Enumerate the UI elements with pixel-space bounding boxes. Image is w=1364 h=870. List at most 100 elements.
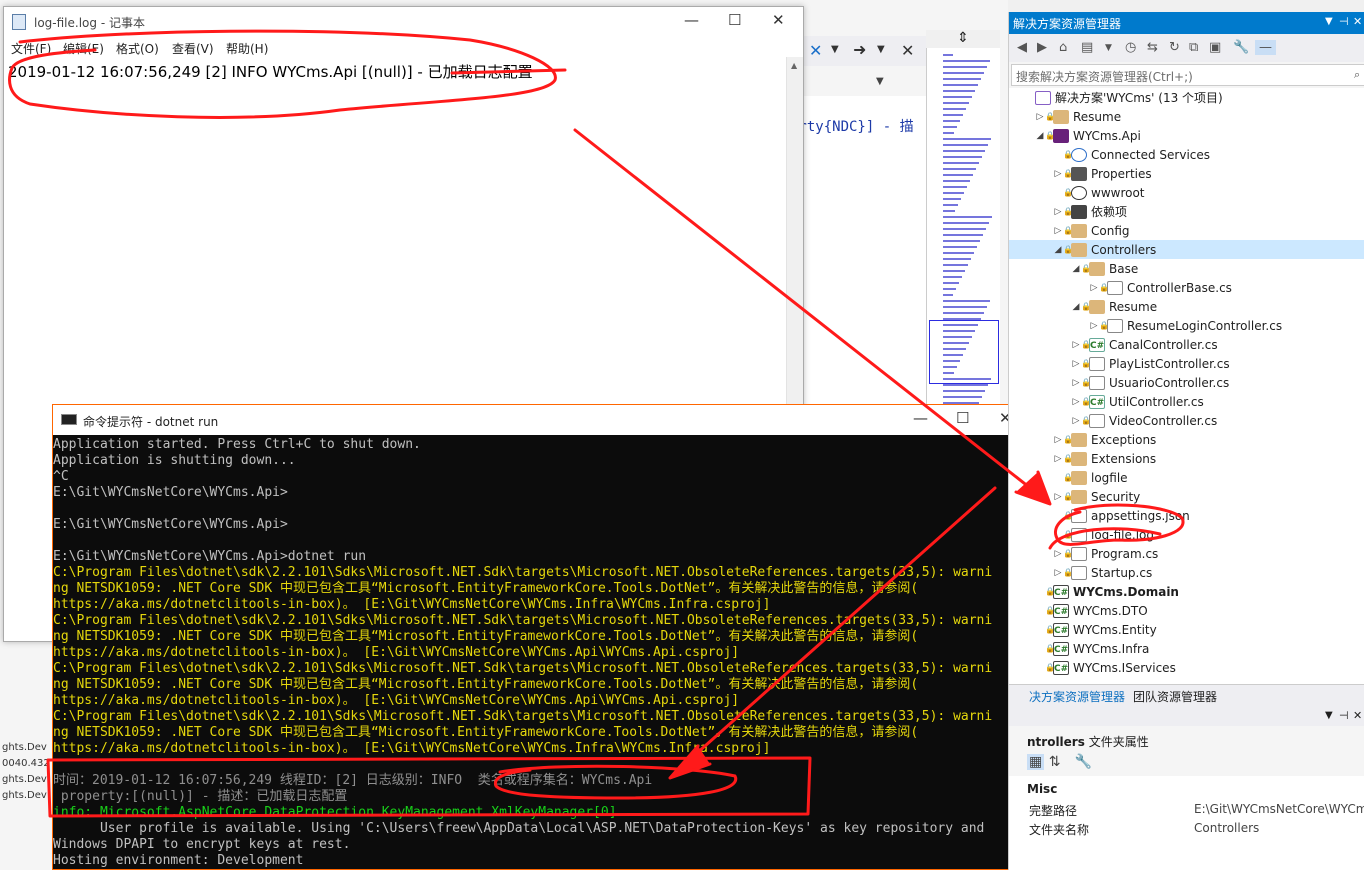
expand-arrow-icon[interactable]: ◢ (1071, 302, 1081, 312)
dropdown-arrow-icon[interactable]: ▼ (1325, 710, 1333, 721)
tree-item[interactable]: ▷ 🔒 Startup.cs (1009, 563, 1364, 582)
tree-item[interactable]: ▷ 🔒 Program.cs (1009, 544, 1364, 563)
expand-arrow-icon[interactable]: ◢ (1071, 264, 1081, 274)
dropdown-arrow-icon[interactable]: ▼ (1325, 16, 1333, 27)
property-row[interactable]: 文件夹名称 Controllers (1009, 819, 1364, 838)
expand-arrow-icon[interactable]: ◢ (1035, 131, 1045, 141)
tab-team-explorer[interactable]: 团队资源管理器 (1133, 688, 1217, 705)
expand-arrow-icon[interactable]: ▷ (1089, 321, 1099, 331)
tree-item[interactable]: ▷ 🔒 C# CanalController.cs (1009, 335, 1364, 354)
properties-object[interactable]: ntrollers 文件夹属性 (1027, 733, 1149, 750)
tree-item[interactable]: ▷ 🔒 VideoController.cs (1009, 411, 1364, 430)
properties-icon[interactable]: 🔧 (1233, 40, 1249, 55)
expand-arrow-icon[interactable]: ▷ (1071, 397, 1081, 407)
tree-item[interactable]: ▷ 🔒 Properties (1009, 164, 1364, 183)
expand-arrow-icon[interactable]: ▷ (1053, 169, 1063, 179)
expand-arrow-icon[interactable]: ▷ (1071, 340, 1081, 350)
pin-icon[interactable]: ⊣ (1339, 709, 1349, 722)
tree-item[interactable]: ▷ 🔒 UsuarioController.cs (1009, 373, 1364, 392)
close-icon[interactable]: ✕ (1353, 709, 1362, 722)
notepad-title-bar[interactable]: log-file.log - 记事本 — ☐ ✕ (4, 7, 803, 37)
switch-views-icon[interactable]: ▤ (1081, 40, 1093, 55)
tree-item[interactable]: ◢ 🔒 Base (1009, 259, 1364, 278)
categorized-icon[interactable]: ▦ (1027, 754, 1045, 770)
expand-arrow-icon[interactable]: ▷ (1053, 435, 1063, 445)
navigate-forward-icon[interactable]: ➜ (853, 40, 866, 59)
tree-item[interactable]: ▷ 🔒 Exceptions (1009, 430, 1364, 449)
tree-item[interactable]: 🔒 Connected Services (1009, 145, 1364, 164)
menu-edit[interactable]: 编辑(E) (63, 40, 104, 57)
tree-item[interactable]: ▷ 🔒 Security (1009, 487, 1364, 506)
properties-wrench-icon[interactable]: 🔧 (1075, 754, 1092, 770)
search-icon[interactable]: ⌕ (1354, 68, 1360, 82)
tree-item[interactable]: 解决方案'WYCms' (13 个项目) (1009, 88, 1364, 107)
console-title-bar[interactable]: 命令提示符 - dotnet run — ☐ ✕ (53, 405, 1029, 435)
menu-format[interactable]: 格式(O) (116, 40, 159, 57)
tree-item[interactable]: 🔒 logfile (1009, 468, 1364, 487)
back-icon[interactable]: ◀ (1017, 40, 1027, 55)
refresh-icon[interactable]: ↻ (1169, 40, 1180, 55)
tree-item[interactable]: 🔒 wwwroot (1009, 183, 1364, 202)
chevron-down-icon[interactable]: ▼ (877, 44, 885, 55)
close-icon[interactable]: ✕ (1353, 15, 1362, 28)
collapse-all-icon[interactable]: ⧉ (1189, 40, 1198, 55)
expand-arrow-icon[interactable]: ▷ (1089, 283, 1099, 293)
expand-arrow-icon[interactable]: ▷ (1053, 568, 1063, 578)
expand-arrow-icon[interactable]: ◢ (1053, 245, 1063, 255)
tree-item[interactable]: 🔒 C# WYCms.Domain (1009, 582, 1364, 601)
property-row[interactable]: 完整路径 E:\Git\WYCmsNetCore\WYCm (1009, 800, 1364, 819)
tree-item[interactable]: ◢ 🔒 Controllers (1009, 240, 1364, 259)
tab-solution-explorer[interactable]: 决方案资源管理器 (1029, 688, 1125, 705)
forward-icon[interactable]: ▶ (1037, 40, 1047, 55)
tree-item[interactable]: ▷ 🔒 PlayListController.cs (1009, 354, 1364, 373)
expand-arrow-icon[interactable]: ▷ (1053, 207, 1063, 217)
expand-arrow-icon[interactable]: ▷ (1053, 226, 1063, 236)
tree-item[interactable]: ▷ 🔒 依赖项 (1009, 202, 1364, 221)
solution-search-input[interactable]: 搜索解决方案资源管理器(Ctrl+;) ⌕ (1011, 64, 1364, 86)
menu-view[interactable]: 查看(V) (172, 40, 214, 57)
expand-arrow-icon[interactable]: ▷ (1053, 454, 1063, 464)
tree-item[interactable]: 🔒 C# WYCms.Infra (1009, 639, 1364, 658)
show-all-files-icon[interactable]: ▣ (1209, 40, 1221, 55)
pin-icon[interactable]: ⊣ (1339, 15, 1349, 28)
minimize-icon[interactable]: — (684, 11, 699, 29)
maximize-icon[interactable]: ☐ (956, 409, 969, 427)
console-output[interactable]: Application started. Press Ctrl+C to shu… (53, 435, 1011, 869)
alphabetical-icon[interactable]: ⇅ (1049, 754, 1061, 770)
minimap-viewport[interactable] (929, 320, 999, 384)
pending-changes-icon[interactable]: ◷ (1125, 40, 1136, 55)
command-prompt-window[interactable]: 命令提示符 - dotnet run — ☐ ✕ Application sta… (52, 404, 1030, 870)
maximize-icon[interactable]: ☐ (728, 11, 741, 29)
menu-file[interactable]: 文件(F) (11, 40, 51, 57)
expand-arrow-icon[interactable]: ▷ (1035, 112, 1045, 122)
home-icon[interactable]: ⌂ (1059, 40, 1067, 55)
sync-icon[interactable]: ⇆ (1147, 40, 1158, 55)
tree-item[interactable]: ▷ 🔒 Resume (1009, 107, 1364, 126)
tree-item[interactable]: 🔒 C# WYCms.IServices (1009, 658, 1364, 677)
tree-item[interactable]: ▷ 🔒 C# UtilController.cs (1009, 392, 1364, 411)
tree-item[interactable]: 🔒 C# WYCms.DTO (1009, 601, 1364, 620)
tree-item[interactable]: ▷ 🔒 Extensions (1009, 449, 1364, 468)
menu-help[interactable]: 帮助(H) (226, 40, 268, 57)
preview-selected-icon[interactable]: — (1255, 40, 1276, 55)
expand-arrow-icon[interactable]: ▷ (1071, 359, 1081, 369)
close-icon[interactable]: ✕ (772, 11, 785, 29)
minimize-icon[interactable]: — (913, 409, 928, 427)
tree-item[interactable]: ▷ 🔒 Config (1009, 221, 1364, 240)
close-tab-icon[interactable]: ✕ (809, 41, 822, 60)
scroll-up-icon[interactable]: ▲ (791, 61, 797, 70)
tree-item[interactable]: 🔒 C# WYCms.Entity (1009, 620, 1364, 639)
tree-item[interactable]: ◢ 🔒 Resume (1009, 297, 1364, 316)
tree-item[interactable]: ◢ 🔒 WYCms.Api (1009, 126, 1364, 145)
expand-arrow-icon[interactable]: ▷ (1053, 549, 1063, 559)
dropdown-arrow-icon[interactable]: ▼ (876, 76, 884, 87)
split-handle-icon[interactable]: ⇕ (926, 30, 1000, 48)
expand-arrow-icon[interactable]: ▷ (1071, 378, 1081, 388)
notepad-text-content[interactable]: 2019-01-12 16:07:56,249 [2] INFO WYCms.A… (8, 61, 533, 82)
tree-item[interactable]: ▷ 🔒 ControllerBase.cs (1009, 278, 1364, 297)
tree-item[interactable]: ▷ 🔒 ResumeLoginController.cs (1009, 316, 1364, 335)
close-icon[interactable]: ✕ (901, 41, 914, 60)
expand-arrow-icon[interactable]: ▷ (1053, 492, 1063, 502)
code-minimap[interactable] (926, 30, 1000, 410)
chevron-down-icon[interactable]: ▼ (1105, 43, 1112, 53)
